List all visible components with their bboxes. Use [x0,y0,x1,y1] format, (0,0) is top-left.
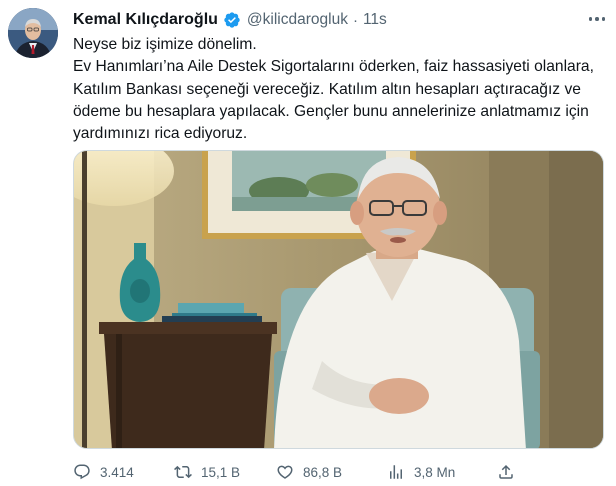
tweet-actions: 3.414 15,1 B 86,8 B 3,8 Mn [73,462,553,482]
reply-icon [74,464,90,480]
share-icon [499,464,513,479]
tweet-timestamp[interactable]: 11s [363,11,387,29]
reply-button[interactable]: 3.414 [73,462,134,482]
video-thumbnail [74,151,603,448]
tweet-paragraph: Ev Hanımları’na Aile Destek Sigortaların… [73,58,594,143]
tweet-header: Kemal Kılıçdaroğlu @kilicdarogluk · 11s [73,9,387,31]
retweet-icon [174,465,192,479]
author-name[interactable]: Kemal Kılıçdaroğlu [73,11,218,29]
more-icon[interactable] [586,9,608,29]
tweet-paragraph: Neyse biz işimize dönelim. [73,36,257,53]
avatar[interactable] [8,8,58,58]
views-button[interactable]: 3,8 Mn [387,462,455,482]
verified-badge-icon[interactable] [223,11,241,29]
views-count: 3,8 Mn [414,464,456,480]
heart-icon [277,465,293,479]
author-handle[interactable]: @kilicdarogluk [247,11,348,29]
tweet-text: Neyse biz işimize dönelim. Ev Hanımları’… [73,34,613,145]
like-button[interactable]: 86,8 B [276,462,342,482]
retweet-button[interactable]: 15,1 B [174,462,240,482]
analytics-icon [390,465,402,479]
share-button[interactable] [497,462,515,482]
retweet-count: 15,1 B [201,464,241,480]
tweet-media-video[interactable] [73,150,604,449]
separator-dot: · [352,11,358,29]
like-count: 86,8 B [303,464,343,480]
avatar-image [8,8,58,58]
reply-count: 3.414 [100,464,134,480]
tweet[interactable]: Kemal Kılıçdaroğlu @kilicdarogluk · 11s … [0,0,616,486]
